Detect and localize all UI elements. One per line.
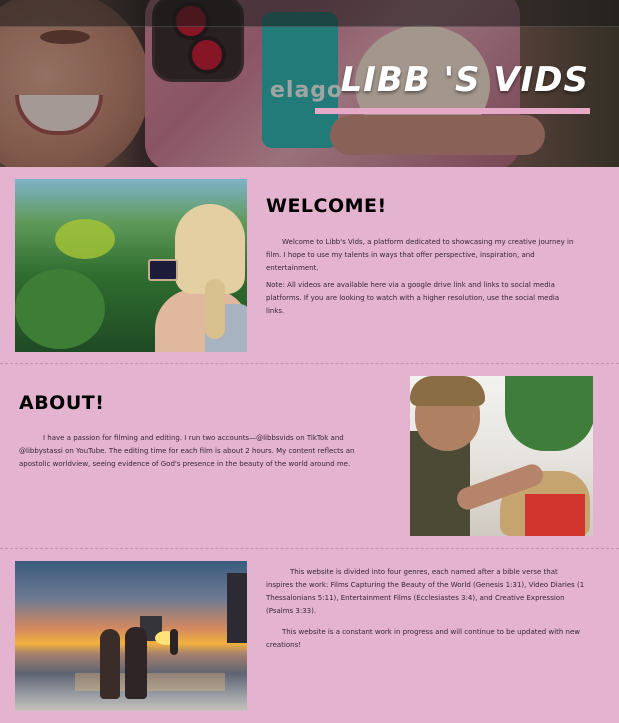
about-photo: [410, 376, 593, 536]
progress-note: This website is a constant work in progr…: [266, 628, 581, 649]
about-text: I have a passion for filming and editing…: [19, 434, 355, 468]
welcome-intro-text: Welcome to Libb's Vids, a platform dedic…: [266, 236, 579, 275]
about-heading: ABOUT!: [19, 392, 105, 414]
about-text-block: I have a passion for filming and editing…: [19, 432, 359, 471]
progress-note-block: This website is a constant work in progr…: [266, 626, 586, 652]
welcome-photo: [15, 179, 247, 352]
photo-foliage: [55, 219, 115, 259]
photo-palm: [505, 376, 593, 451]
photo-foliage: [15, 269, 105, 349]
hero-banner: elago LIBB 'S VIDS: [0, 0, 619, 167]
title-underline: [315, 108, 590, 114]
photo-phone: [148, 259, 178, 281]
photo-person: [125, 627, 147, 699]
site-title: LIBB 'S VIDS: [340, 60, 589, 100]
genres-text-block: This website is divided into four genres…: [266, 566, 586, 618]
photo-person-braid: [205, 279, 225, 339]
photo-person: [100, 629, 120, 699]
genres-photo: [15, 561, 247, 711]
photo-reflection: [75, 673, 225, 691]
section-divider: [0, 363, 619, 364]
genres-text: This website is divided into four genres…: [266, 568, 585, 615]
top-nav-bar: [0, 0, 619, 27]
welcome-heading: WELCOME!: [266, 195, 387, 217]
welcome-note-text: Note: All videos are available here via …: [266, 281, 560, 315]
photo-pot: [525, 494, 585, 536]
photo-person-hair: [410, 376, 485, 406]
welcome-intro: Welcome to Libb's Vids, a platform dedic…: [266, 238, 574, 272]
photo-person: [170, 629, 178, 655]
section-divider: [0, 548, 619, 549]
photo-building: [227, 573, 247, 643]
